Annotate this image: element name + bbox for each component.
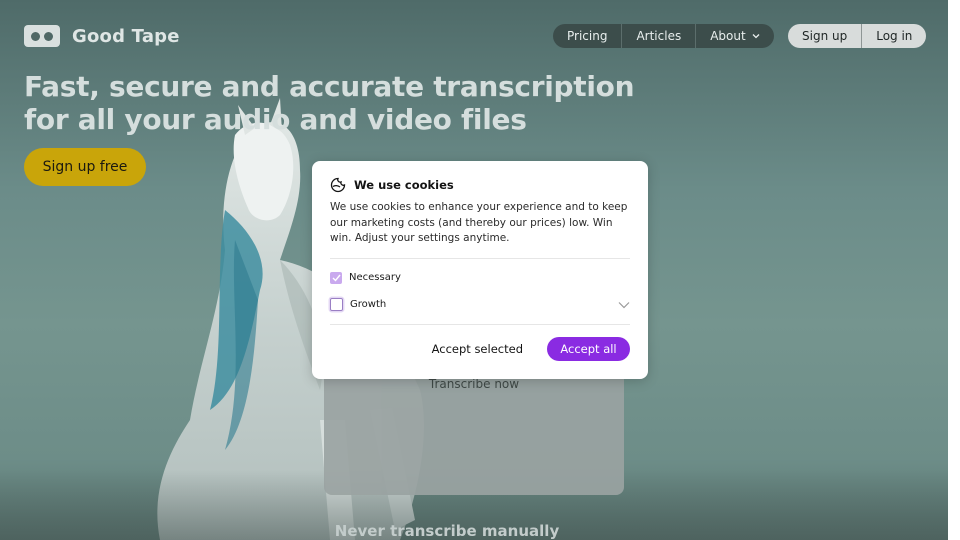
- accept-selected-button[interactable]: Accept selected: [432, 342, 523, 356]
- scrollbar[interactable]: [948, 0, 960, 540]
- nav-item-articles[interactable]: Articles: [622, 24, 697, 48]
- transcribe-now-button[interactable]: Transcribe now: [324, 377, 624, 391]
- logo[interactable]: Good Tape: [24, 25, 180, 47]
- growth-label: Growth: [350, 299, 387, 310]
- hero-title: Fast, secure and accurate transcription …: [24, 70, 744, 136]
- hero-title-line2: for all your audio and video files: [24, 103, 527, 136]
- nav-item-pricing[interactable]: Pricing: [553, 24, 623, 48]
- cookie-icon: [330, 177, 346, 193]
- cookie-option-growth: Growth: [330, 298, 630, 312]
- cookie-title: We use cookies: [354, 178, 454, 192]
- cookie-actions: Accept selected Accept all: [330, 336, 630, 361]
- section-heading-text: Never transcribe manually: [334, 522, 560, 540]
- cassette-icon: [24, 25, 60, 47]
- necessary-checkbox[interactable]: [330, 271, 342, 284]
- growth-checkbox[interactable]: [330, 298, 343, 311]
- nav-label: About: [710, 29, 746, 43]
- cookie-dialog: We use cookies We use cookies to enhance…: [312, 161, 648, 379]
- section-heading: Never transcribe manually: [0, 522, 948, 540]
- upload-card[interactable]: Transcribe now: [324, 360, 624, 495]
- accept-all-button[interactable]: Accept all: [547, 336, 630, 361]
- cookie-header: We use cookies: [330, 177, 630, 193]
- divider: [330, 323, 630, 325]
- check-icon: [332, 274, 341, 282]
- logo-text: Good Tape: [72, 25, 180, 47]
- main-nav: Pricing Articles About: [553, 24, 774, 48]
- cookie-option-necessary: Necessary: [330, 271, 630, 285]
- hero-title-line1: Fast, secure and accurate transcription: [24, 70, 635, 103]
- login-button[interactable]: Log in: [862, 24, 926, 48]
- auth-buttons: Sign up Log in: [788, 24, 927, 48]
- cookie-description: We use cookies to enhance your experienc…: [330, 201, 628, 244]
- chevron-down-icon[interactable]: [618, 301, 630, 309]
- nav-label: Articles: [636, 29, 682, 43]
- chevron-down-icon: [752, 34, 760, 39]
- signup-button[interactable]: Sign up: [788, 24, 863, 48]
- divider: [330, 257, 630, 259]
- nav-label: Pricing: [567, 29, 608, 43]
- nav-item-about[interactable]: About: [696, 24, 773, 48]
- signup-free-button[interactable]: Sign up free: [24, 148, 146, 186]
- necessary-label: Necessary: [349, 272, 401, 283]
